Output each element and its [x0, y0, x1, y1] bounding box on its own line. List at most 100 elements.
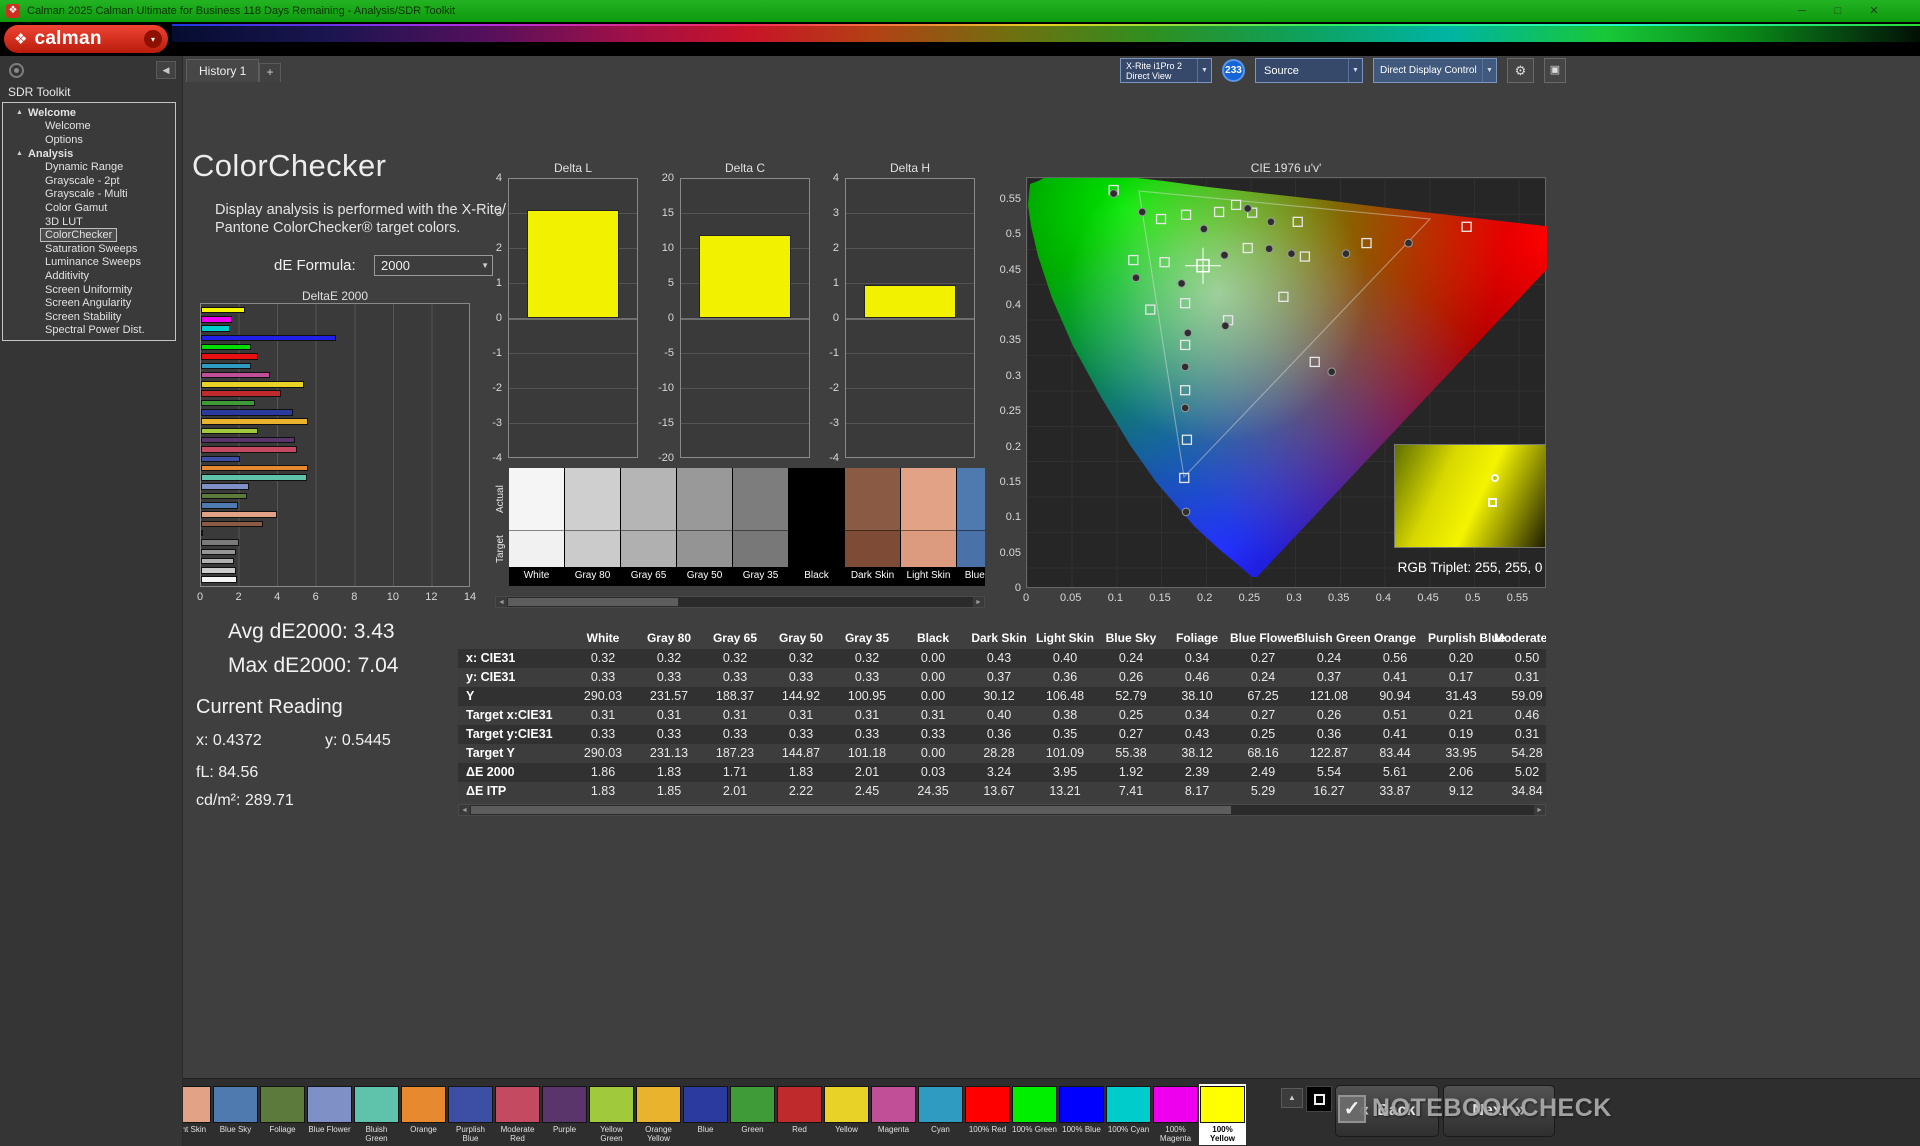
patch-black[interactable]: Black: [789, 468, 845, 586]
patch-gray-65[interactable]: Gray 65: [621, 468, 677, 586]
sidebar-item-label: 3D LUT: [45, 216, 83, 228]
patch-button-label: Cyan: [918, 1125, 963, 1144]
sidebar-item-welcome[interactable]: Welcome: [3, 120, 175, 134]
patch-dark-skin[interactable]: Dark Skin: [845, 468, 901, 586]
sidebar-item-screen-angularity[interactable]: Screen Angularity: [3, 296, 175, 310]
sidebar-item-color-gamut[interactable]: Color Gamut: [3, 201, 175, 215]
logo-menu-caret-icon[interactable]: ▾: [144, 30, 162, 48]
scrollbar-thumb[interactable]: [508, 598, 678, 606]
scroll-right-icon[interactable]: ►: [1534, 805, 1545, 815]
current-reading-title: Current Reading: [196, 696, 343, 719]
sidebar-item-additivity[interactable]: Additivity: [3, 269, 175, 283]
patch-button-100-green[interactable]: 100% Green: [1011, 1084, 1058, 1145]
sidebar-collapse-button[interactable]: ◀: [156, 61, 176, 79]
patch-button-100-red[interactable]: 100% Red: [964, 1084, 1011, 1145]
table-cell: 0.37: [966, 668, 1032, 687]
table-cell: 0.33: [636, 725, 702, 744]
expander-icon[interactable]: ▲: [16, 150, 23, 157]
patch-button-magenta[interactable]: Magenta: [870, 1084, 917, 1145]
patch-button-label: Blue Sky: [213, 1125, 258, 1144]
patch-button-100-blue[interactable]: 100% Blue: [1058, 1084, 1105, 1145]
window-title: Calman 2025 Calman Ultimate for Business…: [27, 5, 455, 17]
patch-button-light-skin[interactable]: Light Skin: [183, 1084, 212, 1145]
sidebar-item-dynamic-range[interactable]: Dynamic Range: [3, 160, 175, 174]
patch-button-green[interactable]: Green: [729, 1084, 776, 1145]
patch-button-bluish-green[interactable]: Bluish Green: [353, 1084, 400, 1145]
sidebar-item-welcome[interactable]: ▲Welcome: [3, 106, 175, 120]
patch-button-blue-flower[interactable]: Blue Flower: [306, 1084, 353, 1145]
patch-gray-50[interactable]: Gray 50: [677, 468, 733, 586]
add-tab-button[interactable]: +: [259, 63, 281, 82]
table-cell: 231.57: [636, 687, 702, 706]
patch-white[interactable]: White: [509, 468, 565, 586]
sidebar-item-3d-lut[interactable]: 3D LUT: [3, 215, 175, 229]
tab-history-1[interactable]: History 1: [186, 59, 259, 82]
sidebar-item-grayscale-multi[interactable]: Grayscale - Multi: [3, 188, 175, 202]
next-button[interactable]: Next »: [1443, 1085, 1555, 1137]
scroll-left-icon[interactable]: ◄: [459, 805, 470, 815]
patch-gray-80[interactable]: Gray 80: [565, 468, 621, 586]
scroll-left-icon[interactable]: ◄: [496, 597, 507, 607]
sidebar-item-screen-uniformity[interactable]: Screen Uniformity: [3, 283, 175, 297]
patch-button-orange[interactable]: Orange: [400, 1084, 447, 1145]
patch-button-cyan[interactable]: Cyan: [917, 1084, 964, 1145]
patch-button-blue[interactable]: Blue: [682, 1084, 729, 1145]
patch-blue-sky[interactable]: Blue Sky: [957, 468, 985, 586]
sidebar-item-grayscale-2pt[interactable]: Grayscale - 2pt: [3, 174, 175, 188]
table-cell: 0.33: [768, 725, 834, 744]
source-select[interactable]: Source ▼: [1255, 58, 1363, 83]
sidebar-item-luminance-sweeps[interactable]: Luminance Sweeps: [3, 256, 175, 270]
sidebar-item-spectral-power-dist[interactable]: Spectral Power Dist.: [3, 324, 175, 338]
sidebar-item-saturation-sweeps[interactable]: Saturation Sweeps: [3, 242, 175, 256]
maximize-button[interactable]: □: [1820, 0, 1856, 22]
minimize-button[interactable]: ─: [1784, 0, 1820, 22]
scrollbar-thumb[interactable]: [471, 806, 1231, 814]
patch-button-100-magenta[interactable]: 100% Magenta: [1152, 1084, 1199, 1145]
meter-count-badge[interactable]: 233: [1222, 59, 1245, 82]
expand-panel-button[interactable]: ▲: [1281, 1088, 1303, 1108]
patch-label: Gray 65: [621, 567, 676, 585]
patch-target-swatch: [677, 530, 732, 567]
calman-logo[interactable]: ❖ calman ▾: [4, 25, 168, 53]
meter-select[interactable]: X-Rite i1Pro 2 Direct View ▼: [1120, 58, 1212, 83]
patch-strip-scrollbar[interactable]: ◄ ►: [495, 596, 985, 608]
patch-button-blue-sky[interactable]: Blue Sky: [212, 1084, 259, 1145]
de-formula-select[interactable]: 2000 ▼: [374, 255, 493, 276]
patch-button-label: Blue: [683, 1125, 728, 1144]
close-button[interactable]: ✕: [1856, 0, 1892, 22]
patch-button-red[interactable]: Red: [776, 1084, 823, 1145]
table-cell: 0.20: [1428, 649, 1494, 668]
workspace-layout-button[interactable]: ▣: [1544, 58, 1566, 83]
patch-button-foliage[interactable]: Foliage: [259, 1084, 306, 1145]
measured-marker: [1178, 280, 1186, 288]
stop-button[interactable]: [1306, 1086, 1332, 1112]
table-scrollbar[interactable]: ◄ ►: [458, 804, 1546, 816]
sidebar-item-colorchecker[interactable]: ColorChecker: [3, 228, 175, 242]
table-cell: 28.28: [966, 744, 1032, 763]
table-cell: 0.41: [1362, 725, 1428, 744]
patch-button-yellow-green[interactable]: Yellow Green: [588, 1084, 635, 1145]
expander-icon[interactable]: ▲: [16, 109, 23, 116]
patch-button-label: 100% Yellow: [1200, 1125, 1245, 1144]
patch-light-skin[interactable]: Light Skin: [901, 468, 957, 586]
app-window: ❖ Calman 2025 Calman Ultimate for Busine…: [0, 0, 1920, 1146]
patch-button-purple[interactable]: Purple: [541, 1084, 588, 1145]
table-row: ΔE ITP1.831.852.012.222.4524.3513.6713.2…: [458, 782, 1546, 801]
sidebar-item-analysis[interactable]: ▲Analysis: [3, 147, 175, 161]
patch-button-moderate-red[interactable]: Moderate Red: [494, 1084, 541, 1145]
axis-tick: 0: [1023, 592, 1029, 604]
scroll-right-icon[interactable]: ►: [973, 597, 984, 607]
patch-button-100-yellow[interactable]: 100% Yellow: [1199, 1084, 1246, 1145]
sidebar-item-screen-stability[interactable]: Screen Stability: [3, 310, 175, 324]
measured-marker: [1267, 218, 1275, 226]
patch-button-100-cyan[interactable]: 100% Cyan: [1105, 1084, 1152, 1145]
patch-button-yellow[interactable]: Yellow: [823, 1084, 870, 1145]
patch-button-orange-yellow[interactable]: Orange Yellow: [635, 1084, 682, 1145]
back-button[interactable]: « Back: [1335, 1085, 1439, 1137]
display-control-select[interactable]: Direct Display Control ▼: [1373, 58, 1497, 83]
sidebar-item-options[interactable]: Options: [3, 133, 175, 147]
sidebar-handle-icon[interactable]: [9, 63, 24, 78]
settings-gear-button[interactable]: ⚙: [1507, 58, 1534, 83]
patch-button-purplish-blue[interactable]: Purplish Blue: [447, 1084, 494, 1145]
patch-gray-35[interactable]: Gray 35: [733, 468, 789, 586]
